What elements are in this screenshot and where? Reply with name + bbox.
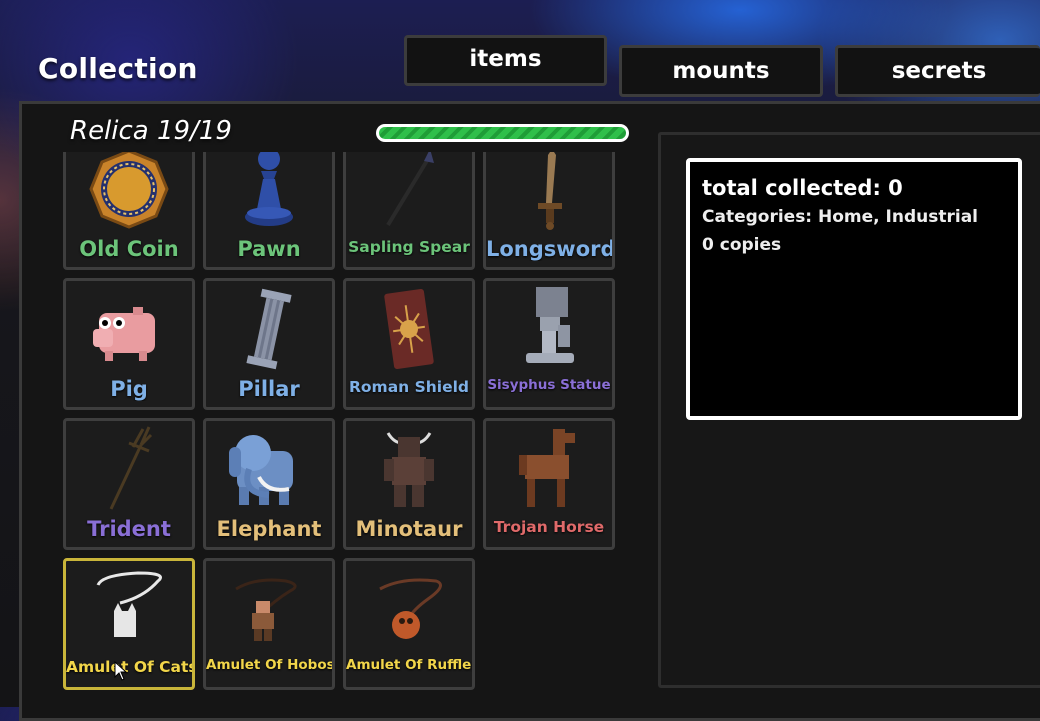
sword-icon (486, 152, 612, 233)
horse-icon (486, 425, 612, 513)
trident-icon (66, 425, 192, 513)
item-label: Pig (110, 377, 148, 401)
tab-mounts[interactable]: mounts (619, 45, 823, 97)
item-tile[interactable]: Pawn (203, 152, 335, 270)
tab-items[interactable]: items (404, 35, 607, 86)
item-tile[interactable]: Trident (63, 418, 195, 550)
item-tile[interactable]: Trojan Horse (483, 418, 615, 550)
item-label: Sisyphus Statue (487, 377, 611, 393)
item-tile[interactable]: Amulet Of Hobos (203, 558, 335, 690)
item-label: Pillar (238, 377, 300, 401)
coin-icon (66, 152, 192, 233)
tab-secrets[interactable]: secrets (835, 45, 1040, 97)
item-tile[interactable]: Pillar (203, 278, 335, 410)
copies-text: 0 copies (702, 235, 782, 255)
item-label: Old Coin (79, 237, 179, 261)
item-tile[interactable]: Minotaur (343, 418, 475, 550)
spear-icon (346, 152, 472, 233)
amulet-cat-icon (66, 565, 192, 653)
item-tile[interactable]: Longsword (483, 152, 615, 270)
categories-text: Categories: Home, Industrial (702, 207, 979, 227)
shield-icon (346, 285, 472, 373)
item-label: Elephant (216, 517, 322, 541)
item-label: Sapling Spear (348, 238, 470, 256)
set-progress-bar (376, 124, 629, 142)
item-label: Longsword (486, 237, 612, 261)
item-tile[interactable]: Old Coin (63, 152, 195, 270)
item-label: Trident (87, 517, 171, 541)
collection-title: Collection (38, 52, 198, 85)
item-tile[interactable]: Amulet Of Ruffles (343, 558, 475, 690)
item-tile[interactable]: Sapling Spear (343, 152, 475, 270)
item-label: Pawn (237, 237, 301, 261)
item-label: Minotaur (355, 517, 463, 541)
statue-icon (486, 285, 612, 373)
item-tile[interactable]: Roman Shield (343, 278, 475, 410)
minotaur-icon (346, 425, 472, 513)
item-grid[interactable]: Old Coin Pawn Sapling Spear Longsword Pig Pil… (55, 152, 635, 707)
set-progress-label: Relica 19/19 (70, 116, 232, 146)
item-label: Roman Shield (348, 378, 470, 396)
item-label: Trojan Horse (493, 518, 605, 536)
item-tile[interactable]: Sisyphus Statue (483, 278, 615, 410)
mouse-cursor-icon (114, 661, 128, 681)
pillar-icon (206, 285, 332, 373)
item-label: Amulet Of Hobos (206, 657, 332, 673)
item-tile[interactable]: Amulet Of Cats (63, 558, 195, 690)
item-label: Amulet Of Ruffles (346, 657, 472, 673)
total-collected-text: total collected: 0 (702, 176, 903, 200)
pig-icon (66, 285, 192, 373)
amulet-hobo-icon (206, 565, 332, 653)
set-progress-fill (379, 127, 626, 139)
item-tile[interactable]: Pig (63, 278, 195, 410)
elephant-icon (206, 425, 332, 513)
amulet-ruffles-icon (346, 565, 472, 653)
item-label: Amulet Of Cats (66, 658, 192, 676)
pawn-icon (206, 152, 332, 233)
item-info-card: total collected: 0 Categories: Home, Ind… (686, 158, 1022, 420)
item-tile[interactable]: Elephant (203, 418, 335, 550)
